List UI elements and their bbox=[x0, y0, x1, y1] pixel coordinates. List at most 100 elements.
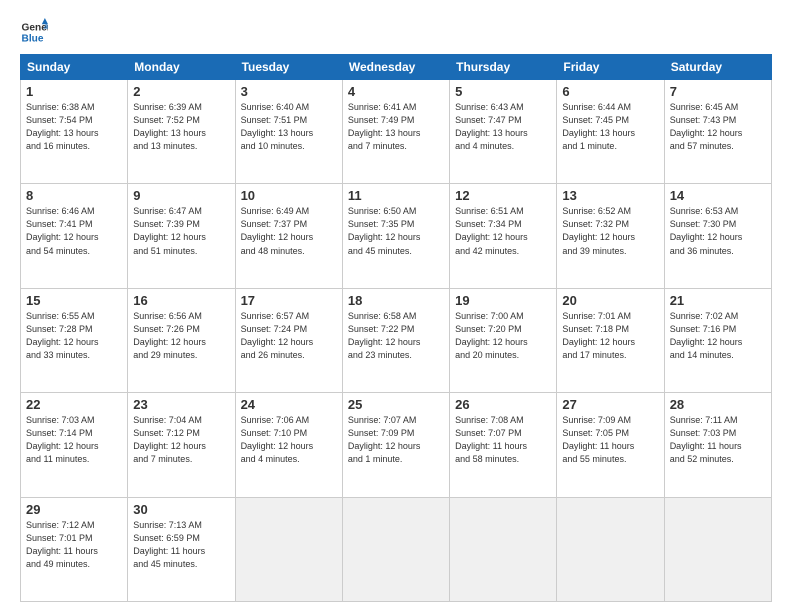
weekday-sunday: Sunday bbox=[21, 55, 128, 80]
day-info: Sunrise: 6:41 AMSunset: 7:49 PMDaylight:… bbox=[348, 101, 444, 153]
day-info: Sunrise: 7:04 AMSunset: 7:12 PMDaylight:… bbox=[133, 414, 229, 466]
calendar-cell bbox=[664, 497, 771, 601]
calendar-cell: 16 Sunrise: 6:56 AMSunset: 7:26 PMDayligh… bbox=[128, 288, 235, 392]
day-number: 11 bbox=[348, 188, 444, 203]
calendar-cell: 6 Sunrise: 6:44 AMSunset: 7:45 PMDaylight… bbox=[557, 80, 664, 184]
calendar-cell: 10 Sunrise: 6:49 AMSunset: 7:37 PMDayligh… bbox=[235, 184, 342, 288]
calendar-cell bbox=[450, 497, 557, 601]
day-info: Sunrise: 7:08 AMSunset: 7:07 PMDaylight:… bbox=[455, 414, 551, 466]
day-info: Sunrise: 7:06 AMSunset: 7:10 PMDaylight:… bbox=[241, 414, 337, 466]
calendar-cell bbox=[235, 497, 342, 601]
calendar-cell: 19 Sunrise: 7:00 AMSunset: 7:20 PMDayligh… bbox=[450, 288, 557, 392]
day-info: Sunrise: 7:12 AMSunset: 7:01 PMDaylight:… bbox=[26, 519, 122, 571]
weekday-tuesday: Tuesday bbox=[235, 55, 342, 80]
calendar-cell: 24 Sunrise: 7:06 AMSunset: 7:10 PMDayligh… bbox=[235, 393, 342, 497]
calendar-cell: 26 Sunrise: 7:08 AMSunset: 7:07 PMDayligh… bbox=[450, 393, 557, 497]
weekday-saturday: Saturday bbox=[664, 55, 771, 80]
day-info: Sunrise: 6:43 AMSunset: 7:47 PMDaylight:… bbox=[455, 101, 551, 153]
header: General Blue bbox=[20, 18, 772, 46]
day-info: Sunrise: 6:49 AMSunset: 7:37 PMDaylight:… bbox=[241, 205, 337, 257]
day-info: Sunrise: 6:52 AMSunset: 7:32 PMDaylight:… bbox=[562, 205, 658, 257]
day-number: 28 bbox=[670, 397, 766, 412]
calendar-cell: 12 Sunrise: 6:51 AMSunset: 7:34 PMDayligh… bbox=[450, 184, 557, 288]
day-info: Sunrise: 7:03 AMSunset: 7:14 PMDaylight:… bbox=[26, 414, 122, 466]
day-info: Sunrise: 7:13 AMSunset: 6:59 PMDaylight:… bbox=[133, 519, 229, 571]
day-number: 24 bbox=[241, 397, 337, 412]
day-info: Sunrise: 6:50 AMSunset: 7:35 PMDaylight:… bbox=[348, 205, 444, 257]
day-info: Sunrise: 6:47 AMSunset: 7:39 PMDaylight:… bbox=[133, 205, 229, 257]
day-number: 14 bbox=[670, 188, 766, 203]
day-number: 25 bbox=[348, 397, 444, 412]
day-info: Sunrise: 6:58 AMSunset: 7:22 PMDaylight:… bbox=[348, 310, 444, 362]
svg-text:Blue: Blue bbox=[22, 33, 44, 44]
day-number: 12 bbox=[455, 188, 551, 203]
week-row-1: 1 Sunrise: 6:38 AMSunset: 7:54 PMDaylight… bbox=[21, 80, 772, 184]
calendar-page: General Blue SundayMondayTuesdayWednesda… bbox=[0, 0, 792, 612]
calendar-cell: 8Sunrise: 6:46 AMSunset: 7:41 PMDaylight… bbox=[21, 184, 128, 288]
day-number: 20 bbox=[562, 293, 658, 308]
day-number: 27 bbox=[562, 397, 658, 412]
day-number: 22 bbox=[26, 397, 122, 412]
calendar-cell: 29 Sunrise: 7:12 AMSunset: 7:01 PMDayligh… bbox=[21, 497, 128, 601]
day-info: Sunrise: 6:39 AMSunset: 7:52 PMDaylight:… bbox=[133, 101, 229, 153]
week-row-5: 29 Sunrise: 7:12 AMSunset: 7:01 PMDayligh… bbox=[21, 497, 772, 601]
day-info: Sunrise: 7:01 AMSunset: 7:18 PMDaylight:… bbox=[562, 310, 658, 362]
calendar-cell: 1 Sunrise: 6:38 AMSunset: 7:54 PMDaylight… bbox=[21, 80, 128, 184]
calendar-cell: 9 Sunrise: 6:47 AMSunset: 7:39 PMDaylight… bbox=[128, 184, 235, 288]
calendar-cell: 11 Sunrise: 6:50 AMSunset: 7:35 PMDayligh… bbox=[342, 184, 449, 288]
day-number: 30 bbox=[133, 502, 229, 517]
day-number: 8 bbox=[26, 188, 122, 203]
weekday-wednesday: Wednesday bbox=[342, 55, 449, 80]
calendar-cell: 7 Sunrise: 6:45 AMSunset: 7:43 PMDaylight… bbox=[664, 80, 771, 184]
calendar-cell: 4 Sunrise: 6:41 AMSunset: 7:49 PMDaylight… bbox=[342, 80, 449, 184]
week-row-4: 22 Sunrise: 7:03 AMSunset: 7:14 PMDayligh… bbox=[21, 393, 772, 497]
week-row-3: 15 Sunrise: 6:55 AMSunset: 7:28 PMDayligh… bbox=[21, 288, 772, 392]
day-number: 16 bbox=[133, 293, 229, 308]
day-info: Sunrise: 6:56 AMSunset: 7:26 PMDaylight:… bbox=[133, 310, 229, 362]
calendar-cell: 5Sunrise: 6:43 AMSunset: 7:47 PMDaylight… bbox=[450, 80, 557, 184]
calendar-cell: 30 Sunrise: 7:13 AMSunset: 6:59 PMDayligh… bbox=[128, 497, 235, 601]
day-number: 4 bbox=[348, 84, 444, 99]
day-info: Sunrise: 6:45 AMSunset: 7:43 PMDaylight:… bbox=[670, 101, 766, 153]
weekday-thursday: Thursday bbox=[450, 55, 557, 80]
day-number: 10 bbox=[241, 188, 337, 203]
weekday-monday: Monday bbox=[128, 55, 235, 80]
day-number: 3 bbox=[241, 84, 337, 99]
day-number: 2 bbox=[133, 84, 229, 99]
day-info: Sunrise: 6:51 AMSunset: 7:34 PMDaylight:… bbox=[455, 205, 551, 257]
day-number: 15 bbox=[26, 293, 122, 308]
logo: General Blue bbox=[20, 18, 48, 46]
day-number: 6 bbox=[562, 84, 658, 99]
calendar-cell: 13Sunrise: 6:52 AMSunset: 7:32 PMDayligh… bbox=[557, 184, 664, 288]
day-info: Sunrise: 7:09 AMSunset: 7:05 PMDaylight:… bbox=[562, 414, 658, 466]
logo-icon: General Blue bbox=[20, 18, 48, 46]
day-info: Sunrise: 6:44 AMSunset: 7:45 PMDaylight:… bbox=[562, 101, 658, 153]
calendar-cell: 17Sunrise: 6:57 AMSunset: 7:24 PMDayligh… bbox=[235, 288, 342, 392]
calendar-cell: 2 Sunrise: 6:39 AMSunset: 7:52 PMDaylight… bbox=[128, 80, 235, 184]
day-number: 18 bbox=[348, 293, 444, 308]
calendar-cell bbox=[342, 497, 449, 601]
weekday-friday: Friday bbox=[557, 55, 664, 80]
calendar-cell: 22 Sunrise: 7:03 AMSunset: 7:14 PMDayligh… bbox=[21, 393, 128, 497]
day-number: 26 bbox=[455, 397, 551, 412]
calendar-cell: 23 Sunrise: 7:04 AMSunset: 7:12 PMDayligh… bbox=[128, 393, 235, 497]
day-info: Sunrise: 6:38 AMSunset: 7:54 PMDaylight:… bbox=[26, 101, 122, 153]
calendar-table: SundayMondayTuesdayWednesdayThursdayFrid… bbox=[20, 54, 772, 602]
day-info: Sunrise: 6:40 AMSunset: 7:51 PMDaylight:… bbox=[241, 101, 337, 153]
day-info: Sunrise: 7:00 AMSunset: 7:20 PMDaylight:… bbox=[455, 310, 551, 362]
calendar-cell: 20 Sunrise: 7:01 AMSunset: 7:18 PMDayligh… bbox=[557, 288, 664, 392]
day-info: Sunrise: 6:55 AMSunset: 7:28 PMDaylight:… bbox=[26, 310, 122, 362]
day-number: 7 bbox=[670, 84, 766, 99]
day-number: 21 bbox=[670, 293, 766, 308]
calendar-cell: 15 Sunrise: 6:55 AMSunset: 7:28 PMDayligh… bbox=[21, 288, 128, 392]
calendar-cell: 28Sunrise: 7:11 AMSunset: 7:03 PMDayligh… bbox=[664, 393, 771, 497]
day-number: 23 bbox=[133, 397, 229, 412]
day-number: 9 bbox=[133, 188, 229, 203]
day-number: 19 bbox=[455, 293, 551, 308]
calendar-cell: 14 Sunrise: 6:53 AMSunset: 7:30 PMDayligh… bbox=[664, 184, 771, 288]
calendar-cell: 27 Sunrise: 7:09 AMSunset: 7:05 PMDayligh… bbox=[557, 393, 664, 497]
day-number: 29 bbox=[26, 502, 122, 517]
day-info: Sunrise: 6:53 AMSunset: 7:30 PMDaylight:… bbox=[670, 205, 766, 257]
weekday-header-row: SundayMondayTuesdayWednesdayThursdayFrid… bbox=[21, 55, 772, 80]
day-number: 1 bbox=[26, 84, 122, 99]
